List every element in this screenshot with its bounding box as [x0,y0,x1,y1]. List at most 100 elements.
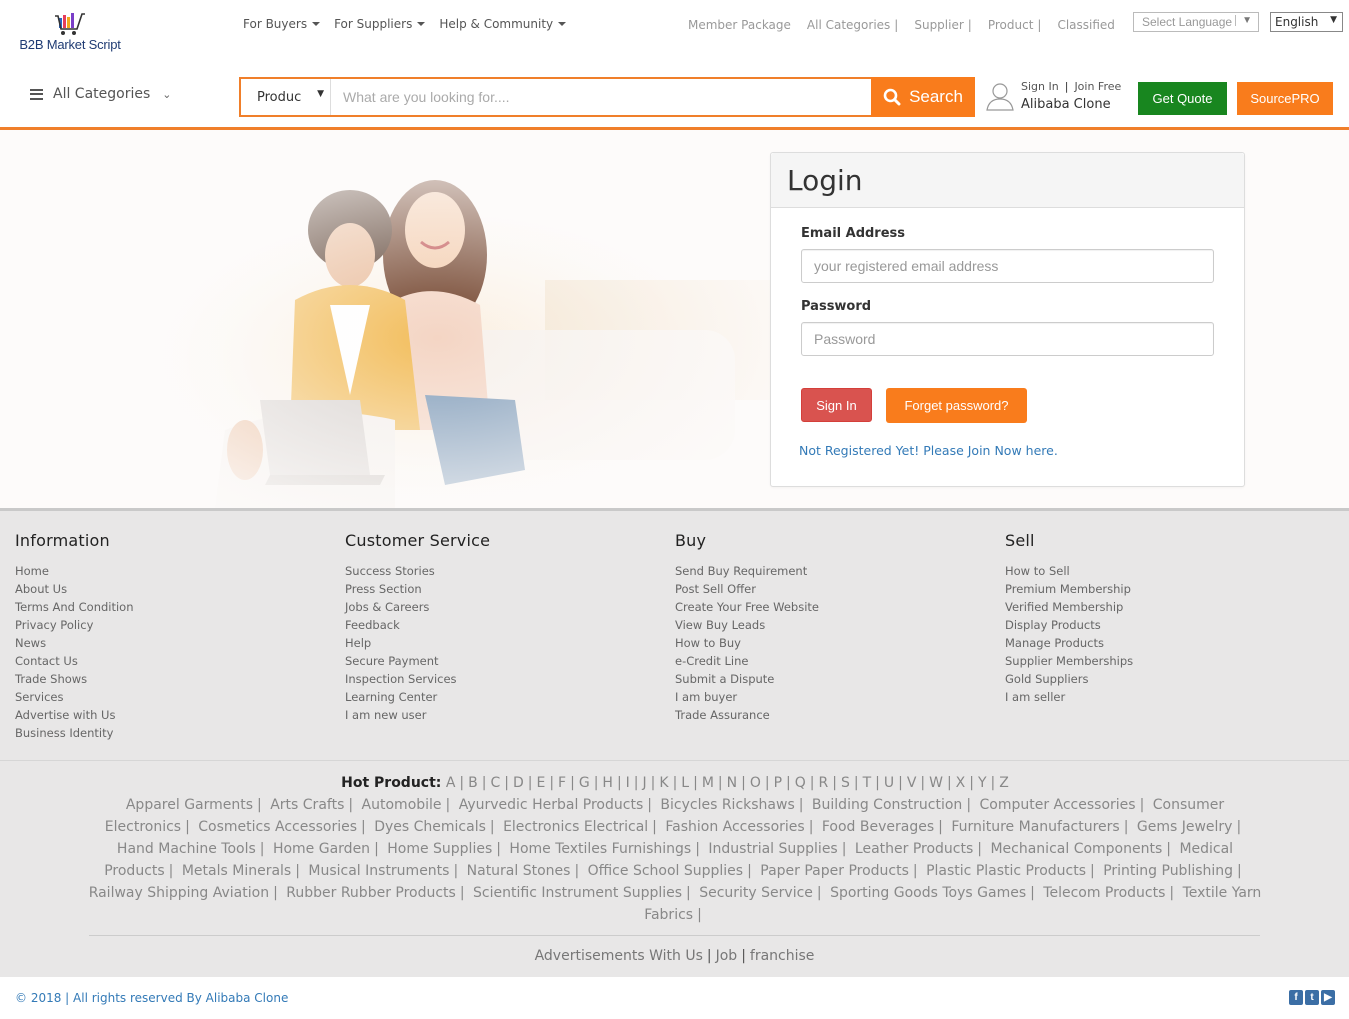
email-input[interactable] [801,249,1214,283]
sign-in-link[interactable]: Sign In [1021,80,1059,93]
footer-link[interactable]: Verified Membership [1005,598,1335,616]
hot-product-category-link[interactable]: Scientific Instrument Supplies [473,885,682,901]
hot-product-category-link[interactable]: Leather Products [855,841,973,857]
footer-link[interactable]: Supplier Memberships [1005,652,1335,670]
hot-product-category-link[interactable]: Security Service [699,885,813,901]
hot-product-category-link[interactable]: Plastic Plastic Products [926,863,1086,879]
join-free-link[interactable]: Join Free [1074,80,1121,93]
all-categories-menu[interactable]: All Categories ⌄ [30,86,172,102]
get-quote-button[interactable]: Get Quote [1138,82,1227,115]
letter-link[interactable]: B [468,775,478,791]
footer-link[interactable]: Create Your Free Website [675,598,1005,616]
hot-product-category-link[interactable]: Gems Jewelry [1137,819,1233,835]
password-input[interactable] [801,322,1214,356]
hot-product-category-link[interactable]: Automobile [362,797,442,813]
letter-link[interactable]: Z [999,775,1009,791]
hot-product-category-link[interactable]: Building Construction [812,797,962,813]
letter-link[interactable]: M [702,775,714,791]
letter-link[interactable]: P [774,775,782,791]
letter-link[interactable]: Y [978,775,987,791]
hot-product-category-link[interactable]: Rubber Rubber Products [286,885,456,901]
footer-link[interactable]: I am seller [1005,688,1335,706]
footer-link[interactable]: About Us [15,580,345,598]
footer-link[interactable]: Business Identity [15,724,345,742]
footer-link[interactable]: Advertise with Us [15,706,345,724]
hot-product-category-link[interactable]: Arts Crafts [270,797,344,813]
hot-product-category-link[interactable]: Dyes Chemicals [374,819,486,835]
footer-link[interactable]: Submit a Dispute [675,670,1005,688]
letter-link[interactable]: N [727,775,737,791]
footer-link[interactable]: Press Section [345,580,675,598]
nav-for-buyers[interactable]: For Buyers [243,17,321,31]
footer-link[interactable]: Premium Membership [1005,580,1335,598]
hot-product-category-link[interactable]: Paper Paper Products [760,863,909,879]
hot-product-category-link[interactable]: Apparel Garments [126,797,253,813]
link-supplier[interactable]: Supplier | [914,18,972,32]
sign-in-button[interactable]: Sign In [801,388,872,422]
link-franchise[interactable]: franchise [750,948,815,964]
hot-product-category-link[interactable]: Telecom Products [1043,885,1165,901]
hot-product-category-link[interactable]: Ayurvedic Herbal Products [459,797,644,813]
hot-product-category-link[interactable]: Hand Machine Tools [117,841,256,857]
footer-link[interactable]: Trade Assurance [675,706,1005,724]
hot-product-category-link[interactable]: Industrial Supplies [708,841,837,857]
link-advertisements[interactable]: Advertisements With Us [535,948,703,964]
footer-link[interactable]: How to Sell [1005,562,1335,580]
letter-link[interactable]: X [956,775,966,791]
hot-product-category-link[interactable]: Home Supplies [387,841,492,857]
footer-link[interactable]: e-Credit Line [675,652,1005,670]
letter-link[interactable]: W [929,775,943,791]
hot-product-category-link[interactable]: Printing Publishing [1103,863,1233,879]
footer-link[interactable]: I am new user [345,706,675,724]
hot-product-category-link[interactable]: Fashion Accessories [665,819,804,835]
footer-link[interactable]: Home [15,562,345,580]
letter-link[interactable]: C [490,775,500,791]
letter-link[interactable]: A [446,775,456,791]
youtube-icon[interactable]: ▶ [1321,990,1335,1005]
footer-link[interactable]: Help [345,634,675,652]
hot-product-category-link[interactable]: Railway Shipping Aviation [89,885,269,901]
letter-link[interactable]: O [750,775,761,791]
select-language-dropdown[interactable]: Select Language ▼ [1133,12,1259,32]
english-language-dropdown[interactable]: English ▼ [1270,12,1343,32]
letter-link[interactable]: V [907,775,917,791]
letter-link[interactable]: U [884,775,894,791]
letter-link[interactable]: H [602,775,613,791]
letter-link[interactable]: S [841,775,850,791]
hot-product-category-link[interactable]: Electronics Electrical [503,819,648,835]
link-product[interactable]: Product | [988,18,1042,32]
letter-link[interactable]: L [681,775,689,791]
letter-link[interactable]: G [579,775,590,791]
nav-for-suppliers[interactable]: For Suppliers [334,17,426,31]
footer-link[interactable]: Send Buy Requirement [675,562,1005,580]
letter-link[interactable]: K [659,775,668,791]
hot-product-category-link[interactable]: Home Textiles Furnishings [509,841,691,857]
hot-product-category-link[interactable]: Bicycles Rickshaws [660,797,794,813]
sourcepro-button[interactable]: SourcePRO [1237,82,1333,115]
forget-password-button[interactable]: Forget password? [886,388,1027,423]
letter-link[interactable]: J [643,775,647,791]
footer-link[interactable]: Inspection Services [345,670,675,688]
letter-link[interactable]: E [536,775,545,791]
hot-product-category-link[interactable]: Metals Minerals [182,863,291,879]
facebook-icon[interactable]: f [1289,990,1303,1005]
footer-link[interactable]: Services [15,688,345,706]
hot-product-category-link[interactable]: Natural Stones [467,863,571,879]
twitter-icon[interactable]: t [1305,990,1319,1005]
search-button[interactable]: Search [871,77,975,117]
hot-product-category-link[interactable]: Computer Accessories [979,797,1135,813]
footer-link[interactable]: News [15,634,345,652]
letter-link[interactable]: Q [795,775,806,791]
letter-link[interactable]: D [513,775,524,791]
hot-product-category-link[interactable]: Musical Instruments [308,863,449,879]
letter-link[interactable]: F [558,775,566,791]
footer-link[interactable]: Terms And Condition [15,598,345,616]
hot-product-category-link[interactable]: Office School Supplies [588,863,743,879]
nav-help-community[interactable]: Help & Community [439,17,567,31]
footer-link[interactable]: Trade Shows [15,670,345,688]
join-now-link[interactable]: Not Registered Yet! Please Join Now here… [799,443,1214,458]
footer-link[interactable]: View Buy Leads [675,616,1005,634]
footer-link[interactable]: Post Sell Offer [675,580,1005,598]
footer-link[interactable]: Privacy Policy [15,616,345,634]
footer-link[interactable]: Gold Suppliers [1005,670,1335,688]
